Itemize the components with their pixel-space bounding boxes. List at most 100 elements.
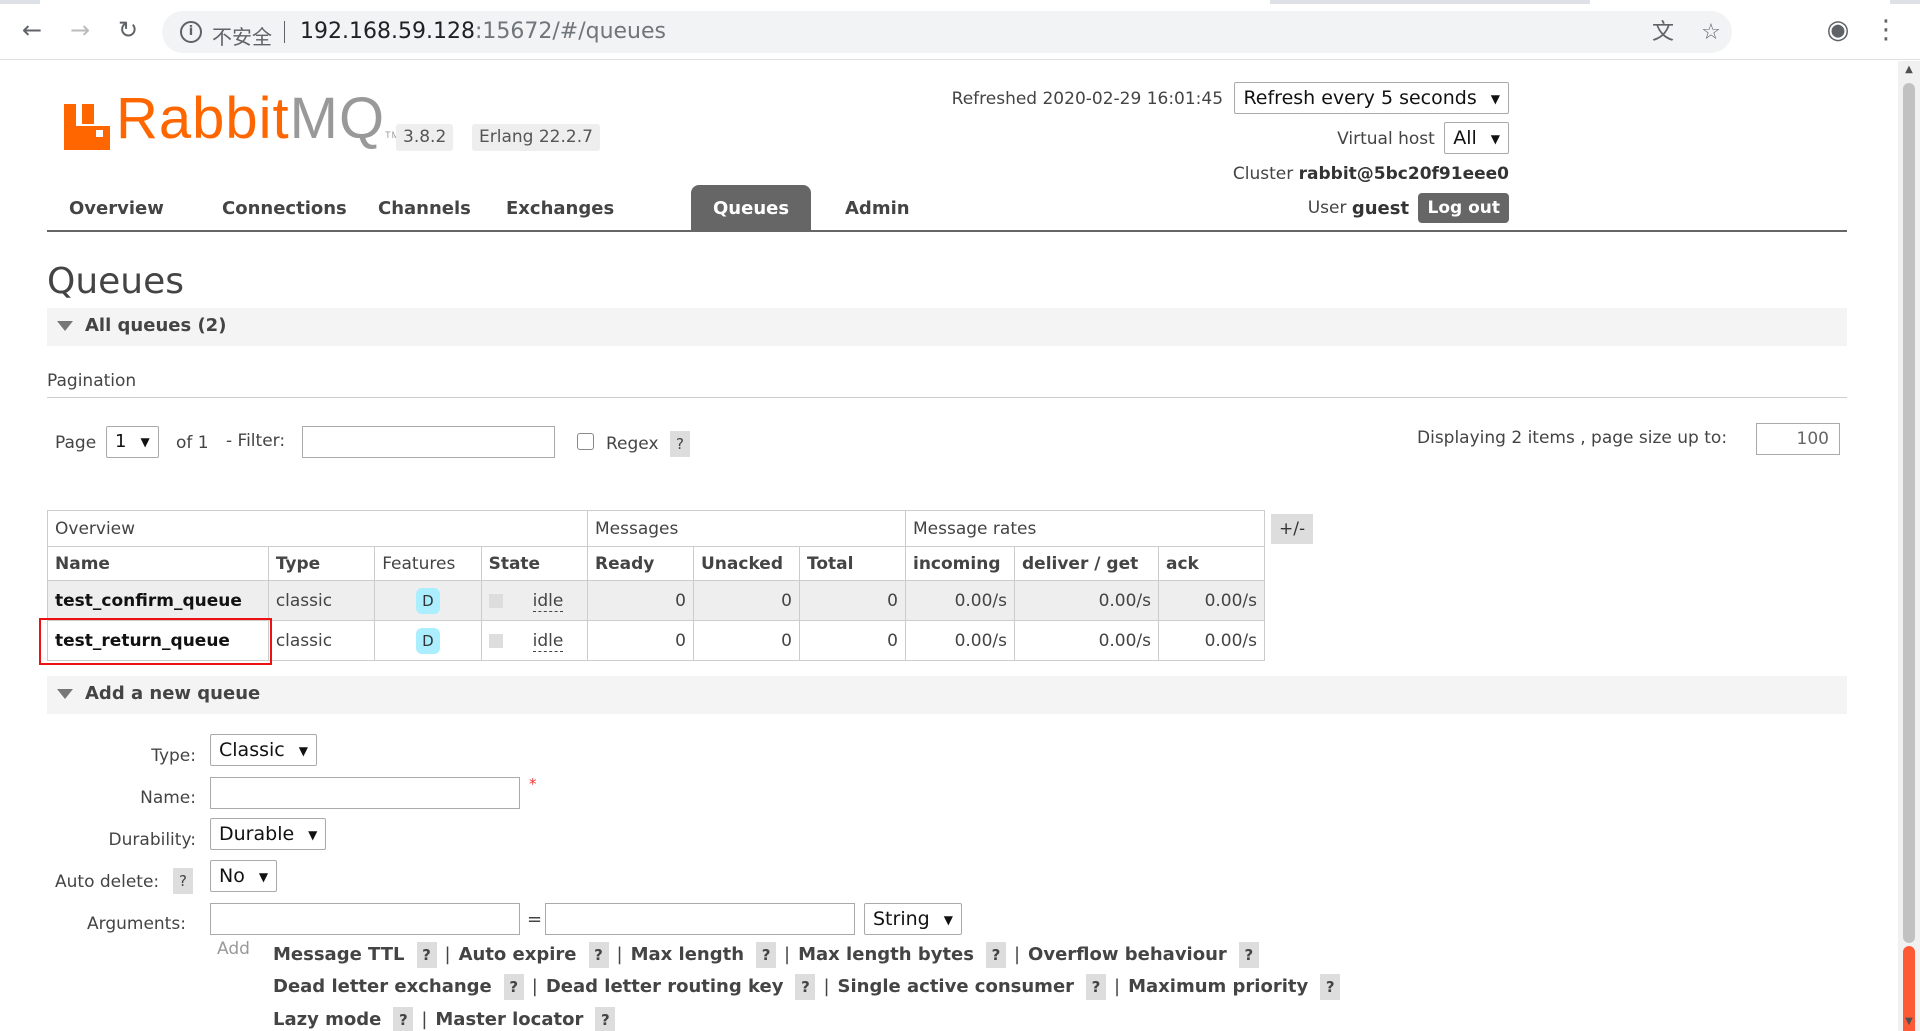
profile-avatar-icon[interactable]: ◉ <box>1822 14 1854 46</box>
vhost-controls: Virtual host All ▼ <box>1337 122 1509 154</box>
tab-channels[interactable]: Channels <box>356 185 493 230</box>
ack-rate: 0.00/s <box>1158 620 1265 661</box>
arg-link-message-ttl[interactable]: Message TTL <box>273 944 405 965</box>
help-icon[interactable]: ? <box>985 942 1006 968</box>
queue-type-select[interactable]: Classic ▼ <box>210 734 317 766</box>
regex-checkbox[interactable] <box>577 433 594 450</box>
tab-strip <box>0 0 1920 4</box>
cluster-name: rabbit@5bc20f91eee0 <box>1298 164 1509 184</box>
help-icon[interactable]: ? <box>393 1007 414 1031</box>
arg-link-single-active-consumer[interactable]: Single active consumer <box>838 976 1075 997</box>
state-text: idle <box>532 590 564 612</box>
refresh-controls: Refreshed 2020-02-29 16:01:45 Refresh ev… <box>952 82 1509 114</box>
argument-shortcuts-row-3: Lazy mode? | Master locator? <box>273 1007 616 1031</box>
col-deliver-get[interactable]: deliver / get <box>1014 546 1159 581</box>
col-ready[interactable]: Ready <box>587 546 694 581</box>
arg-link-max-length[interactable]: Max length <box>631 944 744 965</box>
unacked-count: 0 <box>693 580 800 621</box>
argument-value-input[interactable] <box>545 903 855 935</box>
col-total[interactable]: Total <box>799 546 906 581</box>
scrollbar-thumb[interactable] <box>1903 83 1915 943</box>
erlang-version-badge: Erlang 22.2.7 <box>472 124 600 151</box>
arg-link-dead-letter-exchange[interactable]: Dead letter exchange <box>273 976 492 997</box>
separator: | <box>421 1009 428 1030</box>
arg-link-overflow-behaviour[interactable]: Overflow behaviour <box>1028 944 1227 965</box>
all-queues-section-toggle[interactable]: All queues (2) <box>47 308 1847 346</box>
inactive-tab-edge <box>1590 0 1890 4</box>
address-bar[interactable]: i 不安全 192.168.59.128:15672/#/queues 文 ☆ <box>162 11 1732 53</box>
back-arrow-icon[interactable]: ← <box>16 14 48 46</box>
browser-menu-icon[interactable]: ⋮ <box>1870 14 1902 46</box>
durable-badge: D <box>415 627 440 654</box>
separator: | <box>616 944 623 965</box>
help-icon[interactable]: ? <box>795 974 816 1000</box>
scroll-up-arrow-icon[interactable]: ▲ <box>1898 61 1920 79</box>
scroll-down-arrow-icon[interactable]: ▼ <box>1898 1013 1920 1031</box>
total-count: 0 <box>799 620 906 661</box>
help-icon[interactable]: ? <box>595 1007 616 1031</box>
active-tab-edge <box>40 0 1270 4</box>
arg-link-dead-letter-routing-key[interactable]: Dead letter routing key <box>546 976 784 997</box>
toggle-columns-button[interactable]: +/- <box>1271 514 1314 544</box>
table-column-header: Name Type Features State Ready Unacked T… <box>47 546 1265 581</box>
argument-type-select[interactable]: String ▼ <box>864 903 962 935</box>
incoming-rate: 0.00/s <box>905 620 1015 661</box>
col-unacked[interactable]: Unacked <box>693 546 800 581</box>
arg-link-max-length-bytes[interactable]: Max length bytes <box>798 944 974 965</box>
table-row[interactable]: test_confirm_queue classic D idle 0 0 0 … <box>47 580 1265 621</box>
durability-label: Durability: <box>108 830 196 850</box>
argument-key-input[interactable] <box>210 903 520 935</box>
help-icon[interactable]: ? <box>588 942 609 968</box>
tab-admin[interactable]: Admin <box>823 185 932 230</box>
cluster-info: Cluster rabbit@5bc20f91eee0 <box>1233 164 1509 184</box>
help-icon[interactable]: ? <box>1238 942 1259 968</box>
incoming-rate: 0.00/s <box>905 580 1015 621</box>
help-icon[interactable]: ? <box>1086 974 1107 1000</box>
group-messages: Messages <box>587 510 906 547</box>
filter-input[interactable] <box>302 426 555 458</box>
info-icon[interactable]: i <box>180 21 202 43</box>
col-state[interactable]: State <box>480 546 589 581</box>
argument-shortcuts-row-1: Message TTL? | Auto expire? | Max length? | Ma… <box>273 942 1259 968</box>
queue-name-input[interactable] <box>210 777 520 809</box>
col-type[interactable]: Type <box>267 546 376 581</box>
col-ack[interactable]: ack <box>1158 546 1265 581</box>
argument-shortcuts-row-2: Dead letter exchange? | Dead letter routin… <box>273 974 1341 1000</box>
help-icon[interactable]: ? <box>756 942 777 968</box>
help-icon[interactable]: ? <box>1320 974 1341 1000</box>
chevron-down-icon: ▼ <box>258 869 269 884</box>
state-indicator-icon <box>488 593 503 608</box>
tab-connections[interactable]: Connections <box>200 185 369 230</box>
state-indicator-icon <box>488 633 503 648</box>
help-icon[interactable]: ? <box>416 942 437 968</box>
refresh-interval-select[interactable]: Refresh every 5 seconds ▼ <box>1234 82 1509 114</box>
url-host: 192.168.59.128 <box>300 19 475 44</box>
add-queue-section-toggle[interactable]: Add a new queue <box>47 676 1847 714</box>
arg-link-maximum-priority[interactable]: Maximum priority <box>1128 976 1308 997</box>
insecure-label: 不安全 <box>212 25 272 49</box>
translate-icon[interactable]: 文 <box>1650 20 1676 46</box>
reload-icon[interactable]: ↻ <box>112 14 144 46</box>
page-scrollbar[interactable]: ▲ ▼ <box>1898 61 1920 1031</box>
forward-arrow-icon[interactable]: → <box>64 14 96 46</box>
help-icon[interactable]: ? <box>503 974 524 1000</box>
durability-select[interactable]: Durable ▼ <box>210 818 327 850</box>
equals-sign: = <box>527 909 543 930</box>
auto-delete-select[interactable]: No ▼ <box>210 860 278 892</box>
tab-exchanges[interactable]: Exchanges <box>484 185 636 230</box>
arg-link-auto-expire[interactable]: Auto expire <box>459 944 577 965</box>
arg-link-lazy-mode[interactable]: Lazy mode <box>273 1009 381 1030</box>
url-text[interactable]: 192.168.59.128:15672/#/queues <box>300 19 666 44</box>
arg-link-master-locator[interactable]: Master locator <box>435 1009 583 1030</box>
col-incoming[interactable]: incoming <box>905 546 1015 581</box>
regex-help-icon[interactable]: ? <box>670 431 690 457</box>
virtual-host-select[interactable]: All ▼ <box>1444 122 1509 154</box>
page-size-input[interactable]: 100 <box>1756 423 1840 455</box>
table-group-header: Overview Messages Message rates <box>47 510 1265 547</box>
separator: | <box>784 944 791 965</box>
auto-delete-help-icon[interactable]: ? <box>173 868 193 894</box>
required-mark: * <box>529 775 537 793</box>
tab-queues[interactable]: Queues <box>691 185 812 230</box>
separator: | <box>823 976 830 997</box>
bookmark-star-icon[interactable]: ☆ <box>1698 20 1724 46</box>
